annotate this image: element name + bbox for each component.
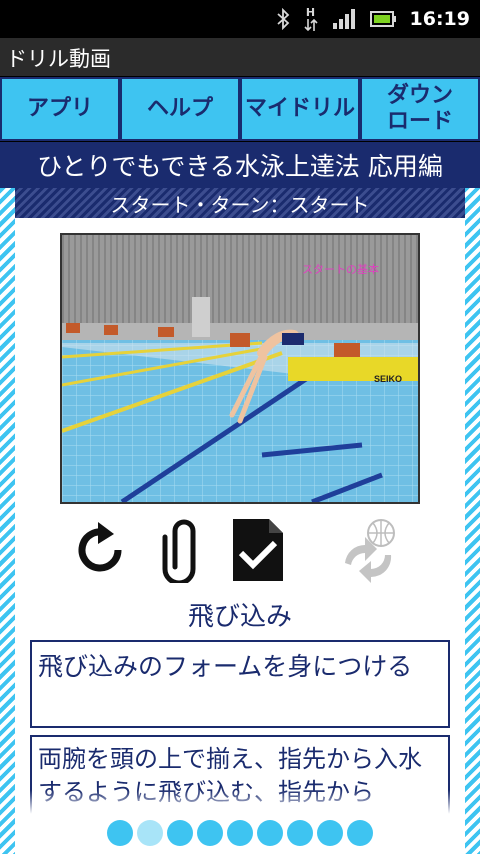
drill-goal-box: 飛び込みのフォームを身につける [30, 640, 450, 728]
menu-my-drill-button[interactable]: マイドリル [240, 77, 360, 141]
drill-actions [60, 518, 420, 586]
battery-icon [369, 11, 396, 27]
app-title-bar: ドリル動画 [0, 38, 480, 76]
menu-app-button[interactable]: アプリ [0, 77, 120, 141]
mark-complete-button[interactable] [226, 518, 290, 586]
course-title: ひとりでもできる水泳上達法 応用編 [37, 152, 443, 181]
status-clock: 16:19 [409, 8, 470, 30]
course-title-bar: ひとりでもできる水泳上達法 応用編 [0, 142, 480, 188]
bluetooth-icon [276, 8, 290, 30]
menu-my-drill-label: マイドリル [244, 96, 355, 121]
page-dot[interactable] [227, 820, 253, 846]
app-title: ドリル動画 [6, 47, 111, 71]
section-title: スタート・ターン：スタート [110, 192, 370, 217]
page-dot[interactable] [107, 820, 133, 846]
checked-document-icon [229, 517, 287, 587]
menu-help-button[interactable]: ヘルプ [120, 77, 240, 141]
video-frame-image: SEIKO スタートの基本 [62, 235, 418, 502]
share-globe-icon [335, 517, 401, 587]
data-transfer-icon: H [303, 5, 318, 32]
top-menu: アプリ ヘルプ マイドリル ダウン ロード [0, 76, 480, 142]
page-dot[interactable] [137, 820, 163, 846]
page-dot[interactable] [257, 820, 283, 846]
status-bar: H 16:19 [0, 0, 480, 38]
page-dot[interactable] [287, 820, 313, 846]
video-overlay-text: スタートの基本 [302, 262, 379, 276]
section-title-bar: スタート・ターン：スタート [15, 188, 465, 218]
sign-text: SEIKO [374, 374, 402, 384]
status-icons: H 16:19 [276, 0, 480, 38]
page-indicator [0, 820, 480, 848]
page-dot[interactable] [197, 820, 223, 846]
signal-icon [332, 9, 356, 29]
drill-goal: 飛び込みのフォームを身につける [38, 652, 413, 681]
paperclip-icon [159, 517, 209, 587]
replay-icon [70, 520, 130, 584]
data-indicator: H [305, 5, 316, 19]
replay-button[interactable] [68, 518, 132, 586]
page-dot[interactable] [167, 820, 193, 846]
share-button[interactable] [336, 518, 400, 586]
menu-download-button[interactable]: ダウン ロード [360, 77, 480, 141]
page-dot[interactable] [347, 820, 373, 846]
description-fade [30, 790, 450, 824]
menu-help-label: ヘルプ [146, 96, 213, 121]
menu-app-label: アプリ [26, 96, 93, 121]
page-dot[interactable] [317, 820, 343, 846]
drill-video[interactable]: SEIKO スタートの基本 [60, 233, 420, 504]
menu-download-label: ダウン ロード [386, 83, 453, 134]
attachment-button[interactable] [152, 518, 216, 586]
drill-name: 飛び込み [187, 602, 292, 632]
